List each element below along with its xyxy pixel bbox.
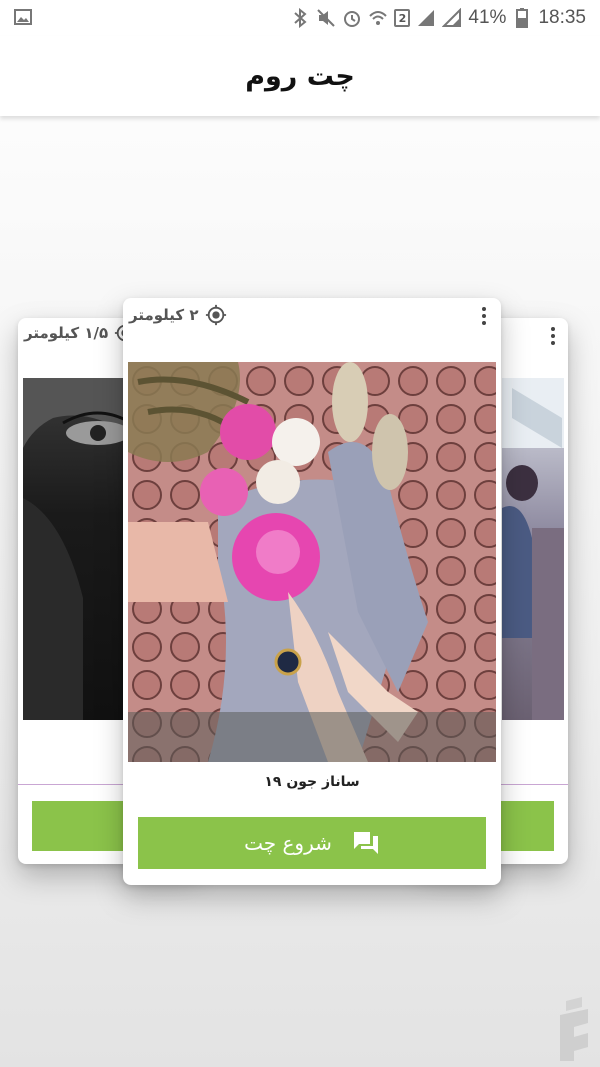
distance-badge: ۱/۵ کیلومتر (24, 322, 136, 344)
distance-badge: ۲ کیلومتر (129, 304, 227, 326)
profile-card-center[interactable]: ۲ کیلومتر ساناز جون ۱۹ شروع چت (123, 298, 501, 885)
page-title: چت روم (245, 60, 355, 92)
start-chat-button[interactable]: شروع چت (138, 817, 486, 869)
wifi-icon (368, 8, 388, 28)
app-bar: چت روم (0, 36, 600, 116)
chat-bubbles-icon (353, 832, 378, 854)
status-clock: 18:35 (538, 7, 586, 28)
start-chat-label: شروع چت (244, 831, 332, 855)
sim-badge: 2 (394, 9, 411, 27)
distance-text: ۱/۵ کیلومتر (24, 324, 109, 342)
more-vert-icon[interactable] (550, 326, 556, 346)
location-target-icon (205, 304, 226, 326)
profile-name: ساناز جون ۱۹ (264, 774, 360, 790)
bluetooth-icon (290, 8, 310, 28)
battery-icon (512, 8, 532, 28)
app-watermark-logo (554, 997, 594, 1061)
profile-photo[interactable] (23, 378, 133, 720)
signal-icon-2 (442, 8, 462, 28)
battery-percent: 41% (468, 7, 507, 28)
gallery-notification-icon (14, 8, 32, 31)
profile-photo[interactable] (128, 362, 496, 762)
profile-photo[interactable] (502, 378, 564, 720)
alarm-icon (342, 8, 362, 28)
distance-text: ۲ کیلومتر (129, 306, 199, 324)
more-vert-icon[interactable] (481, 306, 487, 326)
status-bar: 2 41% 18:35 (0, 0, 600, 36)
mute-icon (316, 8, 336, 28)
signal-icon (416, 8, 436, 28)
